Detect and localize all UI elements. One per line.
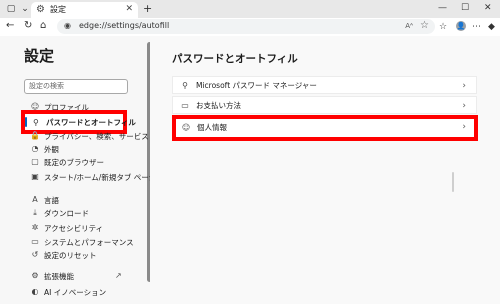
tab-title: 設定 — [50, 5, 66, 14]
ai-icon: ◐ — [31, 287, 39, 296]
sidebar-item-label: 言語 — [44, 196, 59, 205]
sidebar-item-label: 設定のリセット — [44, 251, 97, 260]
card-payment-methods[interactable]: ▭ お支払い方法 › — [172, 96, 477, 114]
sidebar-item-label: パスワードとオートフィル — [46, 118, 136, 127]
tab-close-icon[interactable]: ✕ — [125, 4, 133, 15]
sidebar-item-extensions[interactable]: ⚙ 拡張機能 ↗ — [30, 270, 142, 283]
card-personal-info[interactable]: ☺ 個人情報 › — [172, 115, 478, 141]
card-label: 個人情報 — [197, 123, 227, 132]
sidebar-item-downloads[interactable]: ⤓ ダウンロード — [30, 207, 142, 220]
new-tab-button[interactable]: + — [143, 3, 152, 15]
more-icon[interactable]: ⋯ — [472, 21, 481, 33]
minimize-button[interactable]: — — [438, 2, 447, 14]
sidebar-item-label: AI イノベーション — [44, 288, 107, 297]
sidebar-item-default-browser[interactable]: ▢ 既定のブラウザー — [30, 156, 142, 169]
back-icon[interactable]: ← — [6, 20, 14, 32]
chevron-down-icon[interactable]: ⌄ — [18, 3, 32, 15]
sidebar-item-language[interactable]: A 言語 — [30, 194, 142, 207]
card-password-manager[interactable]: ⚲ Microsoft パスワード マネージャー › — [172, 76, 477, 94]
chevron-right-icon: › — [462, 122, 466, 132]
card-label: お支払い方法 — [196, 101, 241, 110]
browser-toolbar: ← ↻ ⌂ ◉ edge://settings/autofill Aᴬ ☆ — [0, 18, 500, 37]
edge-icon: ◉ — [64, 21, 71, 30]
accessibility-icon: ✲ — [31, 223, 39, 232]
workspace-icon[interactable]: ▢ — [4, 3, 18, 15]
sidebar-item-label: プライバシー、検索、サービス — [44, 132, 149, 141]
maximize-button[interactable]: ☐ — [461, 2, 469, 14]
favorites-icon[interactable]: ☆ — [439, 21, 447, 33]
start-page-icon: ▣ — [31, 172, 39, 181]
address-bar[interactable]: ◉ edge://settings/autofill Aᴬ ☆ — [57, 19, 435, 34]
sidebar-item-reset[interactable]: ↺ 設定のリセット — [30, 249, 142, 262]
sidebar-item-appearance[interactable]: ◔ 外観 — [30, 143, 142, 156]
close-button[interactable]: ✕ — [484, 2, 492, 14]
chevron-right-icon: › — [462, 101, 466, 111]
favorite-star-icon[interactable]: ☆ — [420, 20, 429, 32]
sidebar-item-label: アクセシビリティ — [44, 224, 104, 233]
personal-info-icon: ☺ — [181, 123, 191, 132]
chevron-right-icon: › — [462, 81, 466, 91]
system-icon: ▭ — [31, 237, 39, 246]
section-title: パスワードとオートフィル — [172, 53, 298, 65]
language-icon: A — [32, 195, 38, 204]
refresh-icon[interactable]: ↻ — [24, 20, 32, 32]
sidebar-item-label: ダウンロード — [44, 209, 89, 218]
sidebar-item-accessibility[interactable]: ✲ アクセシビリティ — [30, 222, 142, 235]
card-icon: ▭ — [181, 101, 189, 110]
content-scrollbar[interactable] — [452, 172, 454, 192]
appearance-icon: ◔ — [31, 144, 39, 153]
card-label: Microsoft パスワード マネージャー — [196, 81, 317, 90]
gear-icon: ⚙ — [36, 4, 45, 15]
sidebar-item-label: 既定のブラウザー — [44, 158, 104, 167]
sidebar-item-start-home[interactable]: ▣ スタート/ホーム/新規タブ ページ — [30, 171, 156, 184]
extensions-icon: ⚙ — [31, 271, 39, 280]
sidebar-item-system[interactable]: ▭ システムとパフォーマンス — [30, 236, 142, 249]
sidebar-item-label: システムとパフォーマンス — [44, 238, 134, 247]
key-icon: ⚲ — [33, 118, 39, 127]
sidebar-item-ai-innovation[interactable]: ◐ AI イノベーション — [30, 286, 142, 299]
tab-settings[interactable]: ⚙ 設定 ✕ — [31, 2, 138, 18]
sidebar-item-privacy[interactable]: 🔒 プライバシー、検索、サービス — [30, 130, 149, 143]
search-placeholder: 設定の検索 — [29, 82, 64, 90]
lock-icon: 🔒 — [30, 131, 40, 140]
sidebar-item-label: 外観 — [44, 145, 59, 154]
home-icon[interactable]: ⌂ — [40, 20, 46, 32]
browser-icon: ▢ — [31, 157, 39, 166]
search-input[interactable]: 設定の検索 — [24, 79, 128, 94]
title-bar: ▢ ⌄ ⚙ 設定 ✕ + — ☐ ✕ — [0, 0, 500, 18]
profile-avatar[interactable]: 👤 — [456, 21, 466, 31]
key-icon: ⚲ — [182, 81, 188, 90]
read-aloud-icon[interactable]: Aᴬ — [405, 21, 413, 31]
copilot-icon[interactable]: ◆ — [488, 21, 495, 33]
sidebar-item-label: 拡張機能 — [44, 272, 74, 281]
external-link-icon: ↗ — [115, 271, 122, 280]
settings-sidebar — [0, 36, 150, 304]
download-icon: ⤓ — [33, 208, 37, 217]
page-title: 設定 — [24, 47, 55, 65]
url-text: edge://settings/autofill — [79, 21, 170, 30]
sidebar-item-label: スタート/ホーム/新規タブ ページ — [44, 173, 157, 182]
reset-icon: ↺ — [31, 250, 39, 259]
